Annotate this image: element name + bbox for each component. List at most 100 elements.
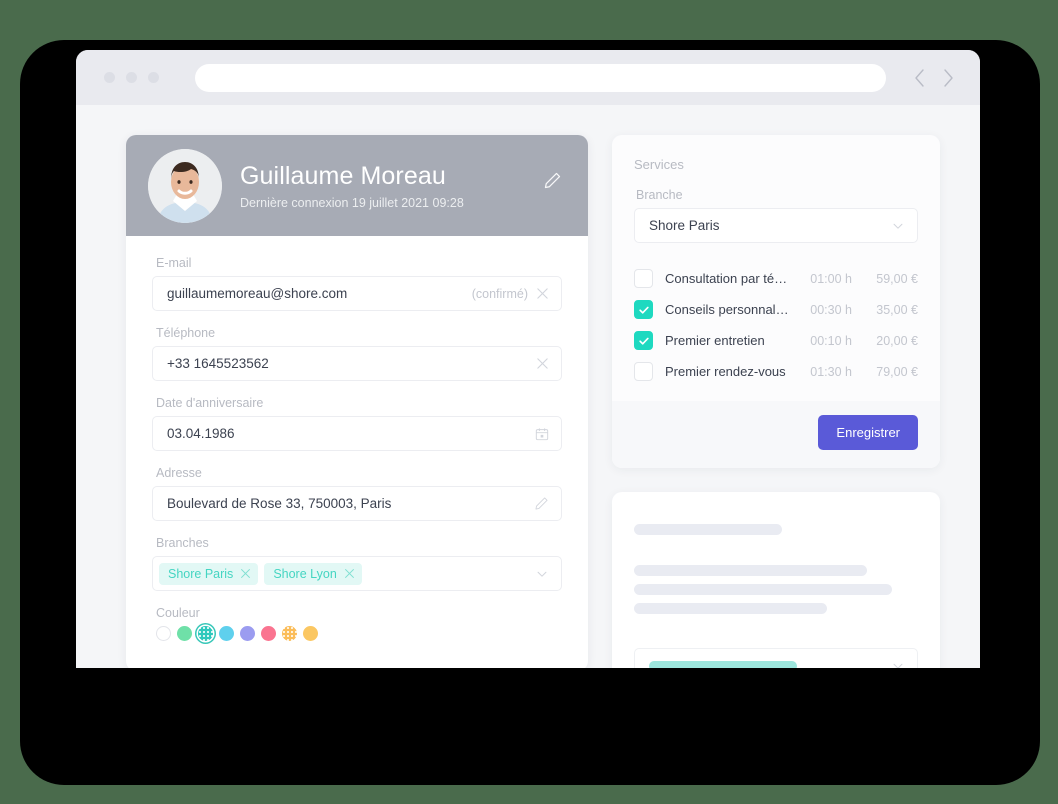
minimize-dot[interactable] <box>126 72 137 83</box>
color-swatch-0[interactable] <box>156 626 171 641</box>
color-swatch-2[interactable] <box>198 626 213 641</box>
color-swatch-4[interactable] <box>240 626 255 641</box>
placeholder-select[interactable] <box>634 648 918 668</box>
color-swatch-3[interactable] <box>219 626 234 641</box>
service-name: Consultation par télép... <box>665 271 790 286</box>
service-price: 79,00 € <box>876 364 918 379</box>
service-row[interactable]: Conseils personnalisés 00:30 h 35,00 € <box>634 294 918 325</box>
profile-card: Guillaume Moreau Dernière connexion 19 j… <box>126 135 588 668</box>
skeleton-bar <box>634 565 867 576</box>
service-duration: 00:10 h <box>810 333 852 348</box>
branch-select-value: Shore Paris <box>649 218 720 233</box>
service-price: 35,00 € <box>876 302 918 317</box>
branch-label: Branche <box>636 188 683 202</box>
phone-field[interactable]: +33 1645523562 <box>152 346 562 381</box>
field-value: +33 1645523562 <box>167 356 269 371</box>
field-value: 03.04.1986 <box>167 426 235 441</box>
service-name: Premier rendez-vous <box>665 364 786 379</box>
service-name: Conseils personnalisés <box>665 302 790 317</box>
branch-tag-label: Shore Paris <box>168 566 234 581</box>
save-button[interactable]: Enregistrer <box>818 415 918 450</box>
chevron-down-icon[interactable] <box>535 567 549 581</box>
color-swatch-list[interactable] <box>156 626 562 641</box>
field-birthdate: Date d'anniversaire 03.04.1986 <box>152 396 562 451</box>
service-duration: 01:30 h <box>810 364 852 379</box>
skeleton-select-bar <box>649 660 798 668</box>
address-field[interactable]: Boulevard de Rose 33, 750003, Paris <box>152 486 562 521</box>
profile-fields: E-mail guillaumemoreau@shore.com (confir… <box>126 236 588 668</box>
services-footer: Enregistrer <box>612 401 940 468</box>
chevron-down-icon[interactable] <box>891 659 905 668</box>
back-icon[interactable] <box>914 68 925 87</box>
service-price: 20,00 € <box>876 333 918 348</box>
service-checkbox[interactable] <box>634 269 653 288</box>
close-icon[interactable] <box>536 357 549 370</box>
color-swatch-1[interactable] <box>177 626 192 641</box>
right-column: Services Branche Shore Paris Consultatio… <box>612 135 940 668</box>
field-address: Adresse Boulevard de Rose 33, 750003, Pa… <box>152 466 562 521</box>
services-card: Services Branche Shore Paris Consultatio… <box>612 135 940 468</box>
field-value: guillaumemoreau@shore.com <box>167 286 348 301</box>
field-branches: Branches Shore Paris Shore Lyon <box>152 536 562 591</box>
pencil-icon[interactable] <box>543 171 562 195</box>
close-icon[interactable] <box>536 287 549 300</box>
service-row[interactable]: Premier entretien 00:10 h 20,00 € <box>634 325 918 356</box>
branches-multiselect[interactable]: Shore Paris Shore Lyon <box>152 556 562 591</box>
skeleton-bar <box>634 524 782 535</box>
service-name: Premier entretien <box>665 333 765 348</box>
field-label: Couleur <box>156 606 200 620</box>
services-list: Consultation par télép... 01:00 h 59,00 € C… <box>634 263 918 387</box>
service-duration: 01:00 h <box>810 271 852 286</box>
field-label: Adresse <box>156 466 202 480</box>
field-phone: Téléphone +33 1645523562 <box>152 326 562 381</box>
field-label: Téléphone <box>156 326 216 340</box>
calendar-icon[interactable] <box>535 427 549 441</box>
field-label: E-mail <box>156 256 192 270</box>
url-bar[interactable] <box>195 63 886 92</box>
service-price: 59,00 € <box>876 271 918 286</box>
window-controls[interactable] <box>96 72 159 83</box>
field-label: Date d'anniversaire <box>156 396 264 410</box>
color-swatch-7[interactable] <box>303 626 318 641</box>
browser-window: Guillaume Moreau Dernière connexion 19 j… <box>76 50 980 668</box>
service-row[interactable]: Consultation par télép... 01:00 h 59,00 € <box>634 263 918 294</box>
services-title: Services <box>634 157 684 172</box>
service-checkbox[interactable] <box>634 331 653 350</box>
service-row[interactable]: Premier rendez-vous 01:30 h 79,00 € <box>634 356 918 387</box>
profile-header: Guillaume Moreau Dernière connexion 19 j… <box>126 135 588 236</box>
branch-select[interactable]: Shore Paris <box>634 208 918 243</box>
browser-chrome <box>76 50 980 105</box>
page-viewport: Guillaume Moreau Dernière connexion 19 j… <box>76 105 980 668</box>
close-dot[interactable] <box>104 72 115 83</box>
branch-tag[interactable]: Shore Paris <box>159 562 259 585</box>
skeleton-bar <box>634 584 893 595</box>
page-title: Guillaume Moreau <box>240 161 446 190</box>
avatar <box>148 148 222 223</box>
service-duration: 00:30 h <box>810 302 852 317</box>
email-confirmed-hint: (confirmé) <box>471 286 528 301</box>
color-swatch-5[interactable] <box>261 626 276 641</box>
last-login-text: Dernière connexion 19 juillet 2021 09:28 <box>240 195 464 210</box>
placeholder-panel <box>612 492 940 668</box>
close-icon[interactable] <box>240 568 251 579</box>
field-value: Boulevard de Rose 33, 750003, Paris <box>167 496 392 511</box>
branch-tag-label: Shore Lyon <box>273 566 337 581</box>
close-icon[interactable] <box>344 568 355 579</box>
pencil-icon[interactable] <box>534 496 549 511</box>
field-color: Couleur <box>152 606 562 641</box>
skeleton-bar <box>634 603 828 614</box>
field-label: Branches <box>156 536 209 550</box>
screenshot-stage: Guillaume Moreau Dernière connexion 19 j… <box>0 0 1058 804</box>
color-swatch-6[interactable] <box>282 626 297 641</box>
chevron-down-icon[interactable] <box>891 219 905 233</box>
email-field[interactable]: guillaumemoreau@shore.com (confirmé) <box>152 276 562 311</box>
maximize-dot[interactable] <box>148 72 159 83</box>
forward-icon[interactable] <box>943 68 954 87</box>
service-checkbox[interactable] <box>634 362 653 381</box>
profile-identity: Guillaume Moreau Dernière connexion 19 j… <box>240 162 464 210</box>
birthdate-field[interactable]: 03.04.1986 <box>152 416 562 451</box>
browser-nav <box>914 68 960 87</box>
field-email: E-mail guillaumemoreau@shore.com (confir… <box>152 256 562 311</box>
branch-tag[interactable]: Shore Lyon <box>264 562 362 585</box>
service-checkbox[interactable] <box>634 300 653 319</box>
